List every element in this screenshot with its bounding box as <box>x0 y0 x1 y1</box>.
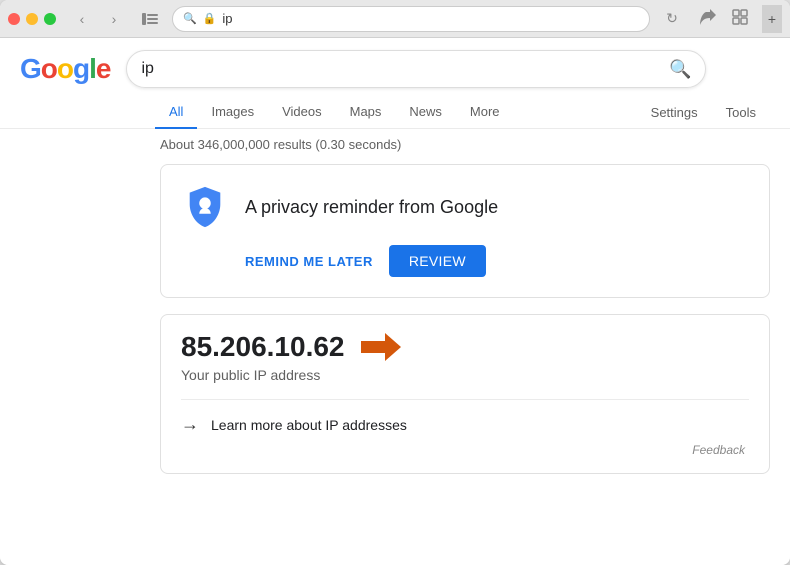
feedback-row: Feedback <box>181 435 749 457</box>
minimize-button[interactable] <box>26 13 38 25</box>
privacy-card-content: A privacy reminder from Google <box>185 185 745 229</box>
ip-label: Your public IP address <box>181 367 749 383</box>
search-address-icon: 🔍 <box>183 12 197 25</box>
close-button[interactable] <box>8 13 20 25</box>
lock-icon: 🔒 <box>203 12 217 25</box>
learn-more-row[interactable]: → Learn more about IP addresses <box>181 399 749 435</box>
logo-g: G <box>20 53 41 84</box>
ip-address-row: 85.206.10.62 <box>181 331 749 363</box>
share-button[interactable] <box>694 8 722 30</box>
tab-settings[interactable]: Settings <box>637 97 712 128</box>
page-content: Google ip 🔍 All Images Videos Maps News … <box>0 38 790 565</box>
tab-more[interactable]: More <box>456 96 514 129</box>
back-button[interactable]: ‹ <box>68 8 96 30</box>
ip-address: 85.206.10.62 <box>181 331 345 363</box>
privacy-reminder-card: A privacy reminder from Google REMIND ME… <box>160 164 770 298</box>
logo-o2: o <box>57 53 73 84</box>
results-count: About 346,000,000 results (0.30 seconds) <box>0 129 790 160</box>
tab-all[interactable]: All <box>155 96 197 129</box>
review-button[interactable]: REVIEW <box>389 245 486 277</box>
search-box-wrapper: ip 🔍 <box>126 50 706 88</box>
sidebar-button[interactable] <box>136 8 164 30</box>
reload-button[interactable]: ↻ <box>658 8 686 30</box>
google-header: Google ip 🔍 <box>0 38 790 88</box>
privacy-title: A privacy reminder from Google <box>245 197 498 218</box>
arrow-icon <box>361 333 401 361</box>
logo-e: e <box>96 53 111 84</box>
tab-tools[interactable]: Tools <box>712 97 770 128</box>
tab-news[interactable]: News <box>395 96 456 129</box>
logo-l: l <box>89 53 96 84</box>
address-bar[interactable]: 🔍 🔒 ip <box>172 6 650 32</box>
expand-button[interactable]: + <box>762 5 782 33</box>
toolbar-right <box>694 8 754 30</box>
google-logo: Google <box>20 53 110 85</box>
ip-result-card: 85.206.10.62 Your public IP address → Le… <box>160 314 770 474</box>
search-box[interactable]: ip 🔍 <box>126 50 706 88</box>
search-query: ip <box>141 60 661 78</box>
browser-window: ‹ › 🔍 🔒 ip ↻ + Google <box>0 0 790 565</box>
learn-more-text: Learn more about IP addresses <box>211 417 407 433</box>
logo-g2: g <box>73 53 89 84</box>
tab-videos[interactable]: Videos <box>268 96 336 129</box>
title-bar: ‹ › 🔍 🔒 ip ↻ + <box>0 0 790 38</box>
remind-later-button[interactable]: REMIND ME LATER <box>245 254 373 269</box>
privacy-buttons: REMIND ME LATER REVIEW <box>245 245 745 277</box>
learn-more-arrow-icon: → <box>181 414 199 435</box>
logo-o1: o <box>41 53 57 84</box>
tab-maps[interactable]: Maps <box>336 96 396 129</box>
forward-button[interactable]: › <box>100 8 128 30</box>
traffic-lights <box>8 13 56 25</box>
search-icon[interactable]: 🔍 <box>669 59 691 80</box>
tab-images[interactable]: Images <box>197 96 268 129</box>
privacy-shield-icon <box>185 185 225 229</box>
url-text: ip <box>222 11 639 26</box>
feedback-text[interactable]: Feedback <box>692 443 745 457</box>
maximize-button[interactable] <box>44 13 56 25</box>
search-tabs: All Images Videos Maps News More Setting… <box>0 88 790 129</box>
fullscreen-button[interactable] <box>726 8 754 30</box>
nav-buttons: ‹ › <box>68 8 128 30</box>
